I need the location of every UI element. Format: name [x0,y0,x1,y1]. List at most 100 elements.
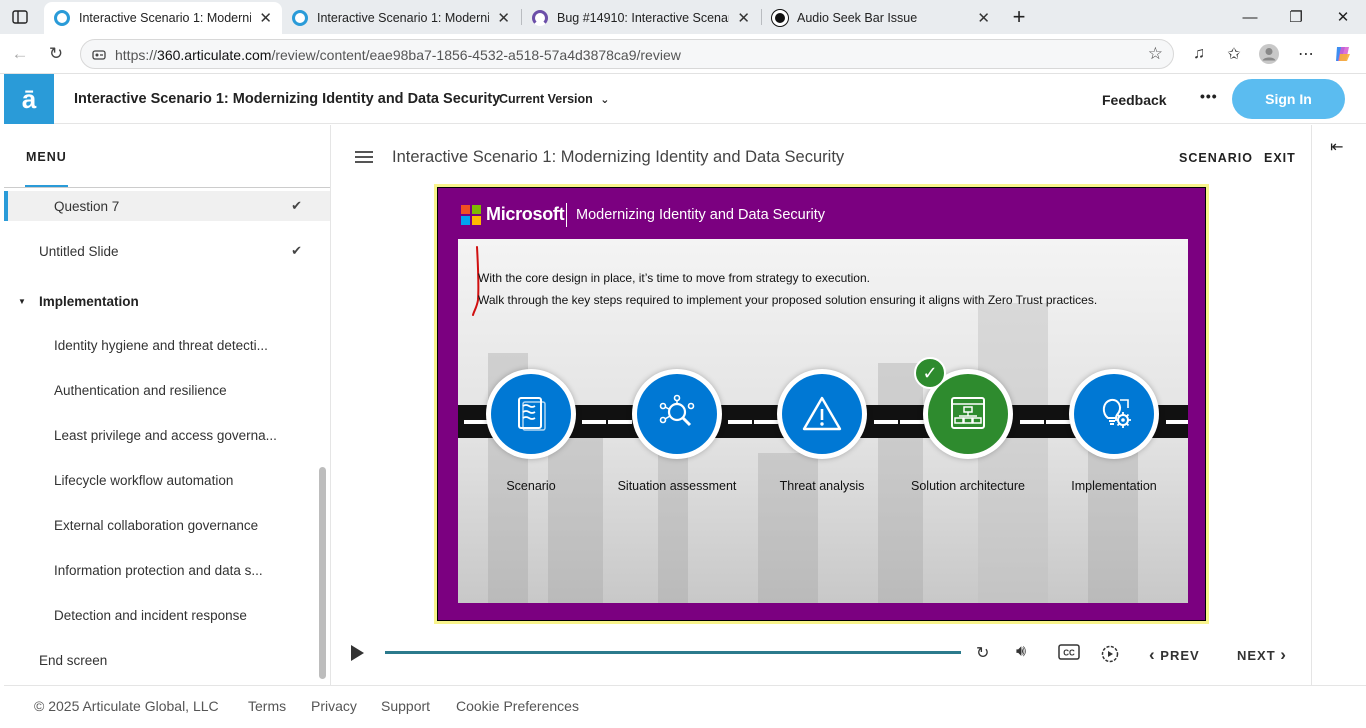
menu-item-end-screen[interactable]: End screen [4,645,330,675]
devops-favicon-icon [532,10,548,26]
favorites-icon[interactable]: ✩ [1223,43,1245,65]
right-panel: ⇤ [1311,125,1366,685]
browser-tab-bar: Interactive Scenario 1: Modernizin ✕ Int… [0,0,1366,34]
caret-down-icon[interactable]: ▼ [18,297,26,306]
hamburger-menu-icon[interactable] [355,151,373,166]
browser-tab[interactable]: Interactive Scenario 1: Modernizin ✕ [282,2,520,34]
lesson-title: Interactive Scenario 1: Modernizing Iden… [392,148,845,166]
check-icon: ✔ [291,198,302,213]
browser-tab[interactable]: Audio Seek Bar Issue ✕ [762,2,1000,34]
step-threat-analysis[interactable]: Threat analysis [752,369,892,509]
menu-item-untitled-slide[interactable]: Untitled Slide ✔ [4,236,330,266]
restore-icon[interactable]: ❐ [1273,0,1319,34]
closed-captions-icon[interactable]: CC [1058,644,1080,665]
version-dropdown[interactable]: Current Version ⌄ [499,92,609,106]
profile-avatar-icon[interactable] [1258,43,1280,65]
reload-icon[interactable]: ↻ [43,41,69,67]
chevron-left-icon: ‹ [1149,645,1156,664]
replay-icon[interactable]: ↻ [976,643,989,663]
step-label: Scenario [506,479,556,493]
browser-tab[interactable]: Bug #14910: Interactive Scenario ✕ [522,2,760,34]
minimize-icon[interactable]: — [1227,0,1273,34]
menu-item[interactable]: Information protection and data s... [4,555,330,585]
course-title: Interactive Scenario 1: Modernizing Iden… [74,91,501,107]
warning-icon [782,374,862,454]
microsoft-logo-icon [461,205,481,225]
menu-scrollbar[interactable] [319,467,326,679]
menu-item[interactable]: Detection and incident response [4,600,330,630]
privacy-link[interactable]: Privacy [311,698,357,714]
collapse-panel-icon[interactable]: ⇤ [1330,137,1343,157]
slide: Microsoft Modernizing Identity and Data … [437,187,1206,621]
copilot-icon[interactable] [1332,43,1354,65]
sidebar-toggle-icon[interactable] [0,0,40,34]
slide-frame: Microsoft Modernizing Identity and Data … [434,184,1209,624]
url-text: https://360.articulate.com/review/conten… [115,47,681,63]
back-icon[interactable]: ← [7,41,33,67]
step-label: Solution architecture [911,479,1025,493]
more-options-icon[interactable]: ••• [1200,88,1218,104]
support-link[interactable]: Support [381,698,430,714]
address-bar[interactable]: https://360.articulate.com/review/conten… [80,39,1174,69]
intro-line: With the core design in place, it’s time… [478,271,870,285]
divider [566,203,567,227]
terms-link[interactable]: Terms [248,698,286,714]
svg-text:CC: CC [1063,649,1075,658]
step-situation-assessment[interactable]: Situation assessment [607,369,747,509]
step-label: Situation assessment [617,479,737,493]
menu-tab[interactable]: MENU [26,150,67,164]
feedback-button[interactable]: Feedback [1102,92,1167,108]
next-button[interactable]: NEXT › [1237,645,1287,665]
step-scenario[interactable]: Scenario [461,369,601,509]
seek-bar[interactable] [385,651,961,654]
favorite-star-icon[interactable]: ☆ [1148,44,1163,64]
step-implementation[interactable]: Implementation [1044,369,1184,509]
prev-button[interactable]: ‹ PREV [1149,645,1200,665]
step-label: Threat analysis [779,479,865,493]
chevron-down-icon: ⌄ [600,94,610,106]
version-label: Current Version [499,92,593,106]
close-tab-icon[interactable]: ✕ [737,9,750,27]
volume-icon[interactable]: 🔊︎ [1016,643,1026,661]
current-item-indicator [4,191,8,221]
browser-tab[interactable]: Interactive Scenario 1: Modernizin ✕ [44,2,282,34]
media-control-icon[interactable]: ♫ [1188,43,1210,65]
completed-check-icon: ✓ [914,357,946,389]
chevron-right-icon: › [1280,645,1287,664]
menu-item[interactable]: External collaboration governance [4,510,330,540]
architecture-icon [928,374,1008,454]
sign-in-button[interactable]: Sign In [1232,79,1345,119]
close-window-icon[interactable]: ✕ [1320,0,1366,34]
menu-item[interactable]: Lifecycle workflow automation [4,465,330,495]
scenario-link[interactable]: SCENARIO [1179,151,1253,165]
step-label: Implementation [1071,479,1157,493]
slide-content: With the core design in place, it’s time… [458,239,1188,603]
cookie-preferences-link[interactable]: Cookie Preferences [456,698,579,714]
menu-item[interactable]: Authentication and resilience [4,375,330,405]
magnifier-network-icon [637,374,717,454]
lightbulb-gear-icon [1074,374,1154,454]
menu-item[interactable]: Least privilege and access governa... [4,420,330,450]
close-tab-icon[interactable]: ✕ [497,9,510,27]
step-solution-architecture[interactable]: ✓ Solution architecture [898,357,1038,509]
new-tab-icon[interactable]: + [996,0,1042,34]
browser-toolbar: ← ↻ https://360.articulate.com/review/co… [0,34,1366,74]
play-icon[interactable] [351,645,364,661]
articulate-logo-icon[interactable]: ā [4,74,54,124]
articulate-favicon-icon [54,10,70,26]
close-tab-icon[interactable]: ✕ [259,9,272,27]
playback-speed-icon[interactable] [1101,645,1119,668]
page-footer: © 2025 Articulate Global, LLC Terms Priv… [4,685,1366,728]
site-info-icon[interactable] [92,47,106,61]
menu-item[interactable]: Identity hygiene and threat detecti... [4,330,330,360]
settings-more-icon[interactable]: ⋯ [1295,43,1317,65]
check-icon: ✔ [291,243,302,258]
document-icon [491,374,571,454]
divider [4,187,330,188]
articulate-favicon-icon [292,10,308,26]
player-controls: ↻ 🔊︎ CC ‹ PREV NEXT › [331,636,1311,672]
exit-link[interactable]: EXIT [1264,151,1296,165]
close-tab-icon[interactable]: ✕ [977,9,990,27]
menu-item-question-7[interactable]: Question 7 ✔ [4,191,330,221]
menu-section-implementation[interactable]: ▼ Implementation [4,286,330,316]
